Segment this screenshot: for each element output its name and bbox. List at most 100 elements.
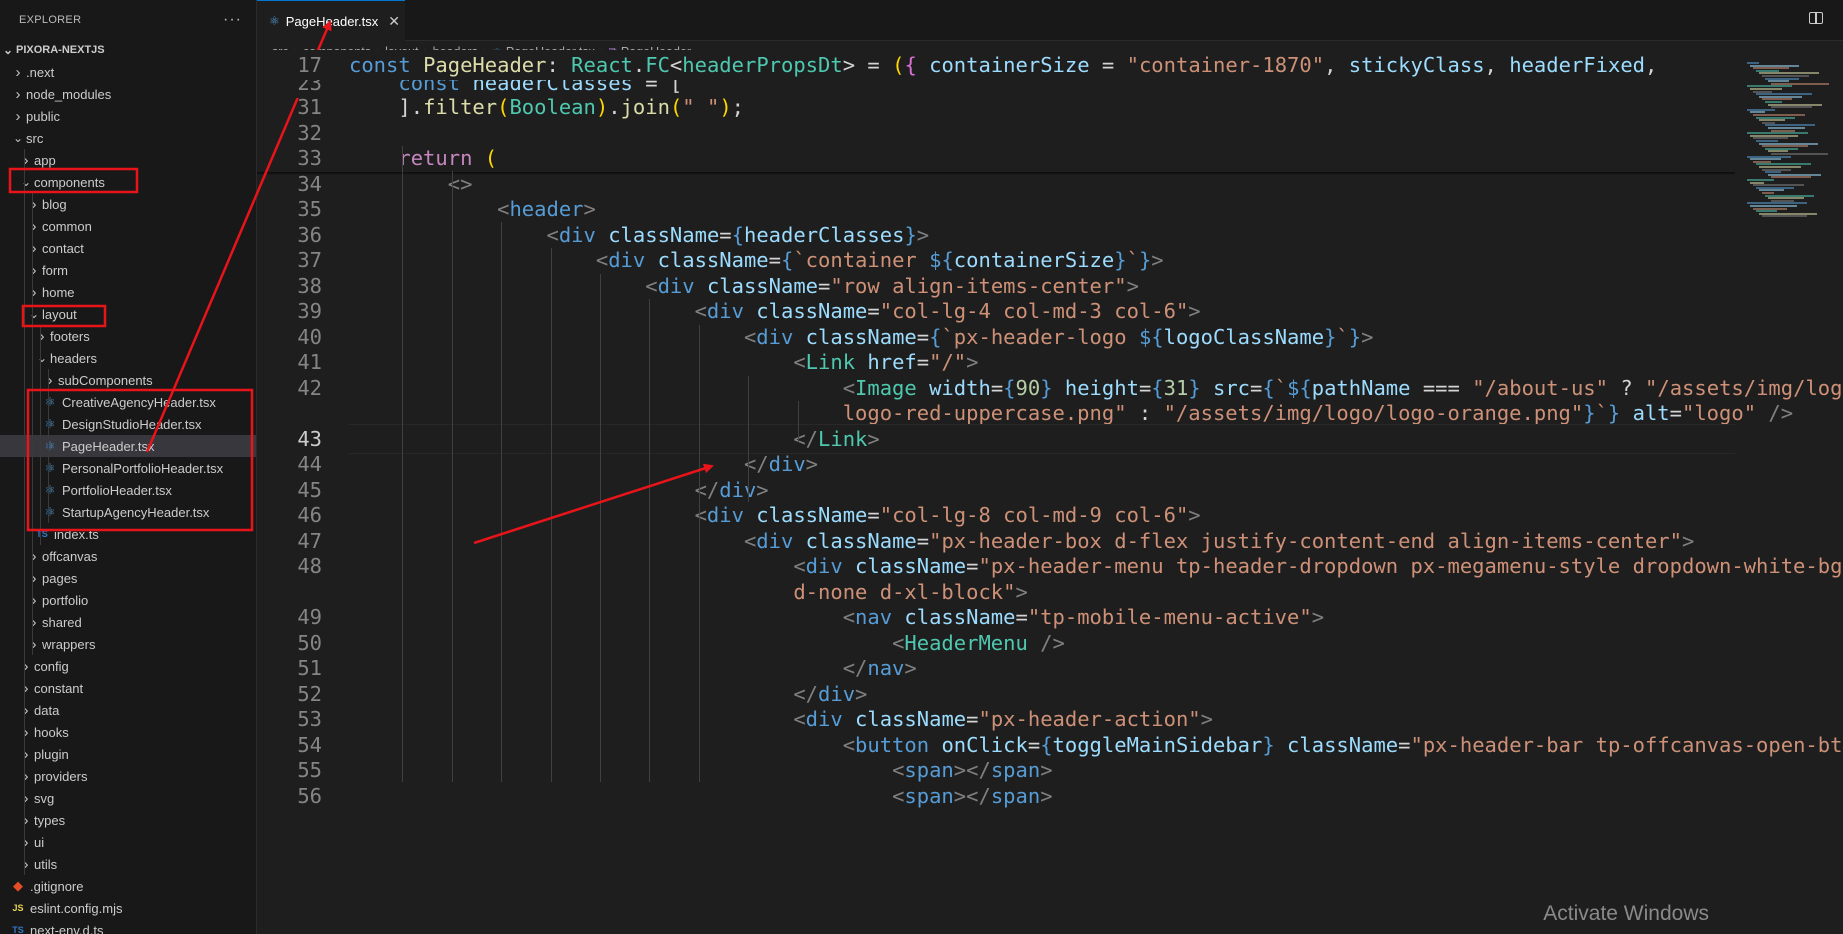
tree-file[interactable]: ⚛ StartupAgencyHeader.tsx xyxy=(0,501,256,523)
tree-folder[interactable]: › wrappers xyxy=(0,633,256,655)
code-token: = xyxy=(1250,375,1263,400)
tree-item-label: portfolio xyxy=(42,592,89,608)
tree-file[interactable]: ⚛ DesignStudioHeader.tsx xyxy=(0,413,256,435)
code-token: href xyxy=(867,350,917,374)
tree-folder[interactable]: › common xyxy=(0,215,256,237)
indent-guide xyxy=(24,325,25,347)
code-token: div xyxy=(706,503,757,527)
tree-folder[interactable]: › public xyxy=(0,105,256,127)
tree-folder[interactable]: › types xyxy=(0,809,256,831)
code-token: className xyxy=(608,222,720,247)
indent-guide xyxy=(748,376,750,502)
tree-file[interactable]: ⚛ PageHeader.tsx xyxy=(0,435,256,457)
close-icon[interactable]: ✕ xyxy=(388,13,400,30)
chevron-right-icon: › xyxy=(23,151,29,169)
code-token: div xyxy=(768,452,806,476)
minimap[interactable] xyxy=(1743,62,1843,222)
indent-guide xyxy=(32,457,33,479)
code-token: onClick xyxy=(941,732,1028,757)
code-token: > xyxy=(966,350,979,374)
tree-folder[interactable]: › pages xyxy=(0,567,256,589)
code-token: < xyxy=(842,732,856,757)
tree-folder[interactable]: › node_modules xyxy=(0,83,256,105)
tree-folder[interactable]: › plugin xyxy=(0,743,256,765)
code-token: className xyxy=(1287,732,1399,757)
tree-file[interactable]: TS index.ts xyxy=(0,523,256,545)
code-token: = xyxy=(818,273,831,298)
indent-guide xyxy=(40,523,41,545)
tree-folder[interactable]: ⌄ headers xyxy=(0,347,256,369)
indent-guide xyxy=(24,787,25,809)
more-actions-icon[interactable]: ··· xyxy=(223,11,242,29)
tree-folder[interactable]: ⌄ components xyxy=(0,171,256,193)
tree-item-label: public xyxy=(26,108,60,124)
code-token: < xyxy=(694,299,707,323)
tree-folder[interactable]: › config xyxy=(0,655,256,677)
tree-folder[interactable]: ⌄ src xyxy=(0,127,256,149)
tree-item-label: index.ts xyxy=(54,526,99,542)
tree-folder[interactable]: › contact xyxy=(0,237,256,259)
tree-folder[interactable]: › shared xyxy=(0,611,256,633)
tree-file[interactable]: ⚛ PortfolioHeader.tsx xyxy=(0,479,256,501)
tree-folder[interactable]: › hooks xyxy=(0,721,256,743)
tree-folder[interactable]: › footers xyxy=(0,325,256,347)
tree-item-label: PageHeader.tsx xyxy=(62,438,155,454)
code-token: = xyxy=(719,222,732,247)
tree-folder[interactable]: ⌄ layout xyxy=(0,303,256,325)
code-token: const xyxy=(349,53,424,77)
chevron-right-icon: › xyxy=(23,789,29,807)
tree-folder[interactable]: › utils xyxy=(0,853,256,875)
code-token: "col-lg-8 col-md-9 col-6" xyxy=(879,503,1189,527)
code-token: Link xyxy=(805,350,868,374)
split-editor-icon[interactable] xyxy=(1809,12,1823,24)
tree-folder[interactable]: › .next xyxy=(0,61,256,83)
tree-folder[interactable]: › providers xyxy=(0,765,256,787)
tree-folder[interactable]: › home xyxy=(0,281,256,303)
line-number: 56 xyxy=(297,783,322,808)
code-token: ` xyxy=(1126,248,1139,272)
code-token: > xyxy=(1188,299,1201,323)
chevron-right-icon: › xyxy=(31,591,37,609)
tree-folder[interactable]: › data xyxy=(0,699,256,721)
tree-folder[interactable]: › portfolio xyxy=(0,589,256,611)
tree-file[interactable]: ⚛ PersonalPortfolioHeader.tsx xyxy=(0,457,256,479)
code-token: ` xyxy=(1336,324,1349,349)
project-root[interactable]: ⌄ PIXORA-NEXTJS xyxy=(0,39,256,61)
tree-folder[interactable]: › constant xyxy=(0,677,256,699)
code-token: > xyxy=(1126,273,1139,298)
code-token: Boolean xyxy=(509,95,596,119)
tree-folder[interactable]: › blog xyxy=(0,193,256,215)
ts-file-icon: TS xyxy=(36,529,48,539)
code-token: > xyxy=(583,197,596,221)
indent-guide xyxy=(32,611,33,633)
code-token: src xyxy=(1213,375,1251,400)
tree-file[interactable]: TS next-env.d.ts xyxy=(0,919,256,934)
code-token: { xyxy=(904,53,930,77)
indent-guide xyxy=(649,299,651,782)
code-token: </ xyxy=(793,681,819,706)
indent-guide xyxy=(40,391,41,413)
indent-guide xyxy=(24,391,25,413)
code-token: < xyxy=(694,503,707,527)
chevron-down-icon: ⌄ xyxy=(2,43,14,57)
code-token: = xyxy=(1027,732,1041,757)
tree-folder[interactable]: › ui xyxy=(0,831,256,853)
tree-folder[interactable]: › svg xyxy=(0,787,256,809)
git-file-icon: ◆ xyxy=(13,878,23,893)
code-editor[interactable]: 17 const PageHeader: React.FC<headerProps… xyxy=(257,50,1843,934)
chevron-down-icon: ⌄ xyxy=(20,175,32,189)
tree-file[interactable]: ⚛ CreativeAgencyHeader.tsx xyxy=(0,391,256,413)
tree-folder[interactable]: › offcanvas xyxy=(0,545,256,567)
activate-windows-watermark: Activate Windows xyxy=(1543,902,1709,925)
tree-file[interactable]: ◆ .gitignore xyxy=(0,875,256,897)
tree-folder[interactable]: › subComponents xyxy=(0,369,256,391)
tree-file[interactable]: JS eslint.config.mjs xyxy=(0,897,256,919)
code-token: width xyxy=(929,375,991,400)
tab-page-header[interactable]: ⚛ PageHeader.tsx ✕ xyxy=(257,0,405,41)
indent-guide xyxy=(24,149,25,171)
tree-folder[interactable]: › form xyxy=(0,259,256,281)
tree-folder[interactable]: › app xyxy=(0,149,256,171)
